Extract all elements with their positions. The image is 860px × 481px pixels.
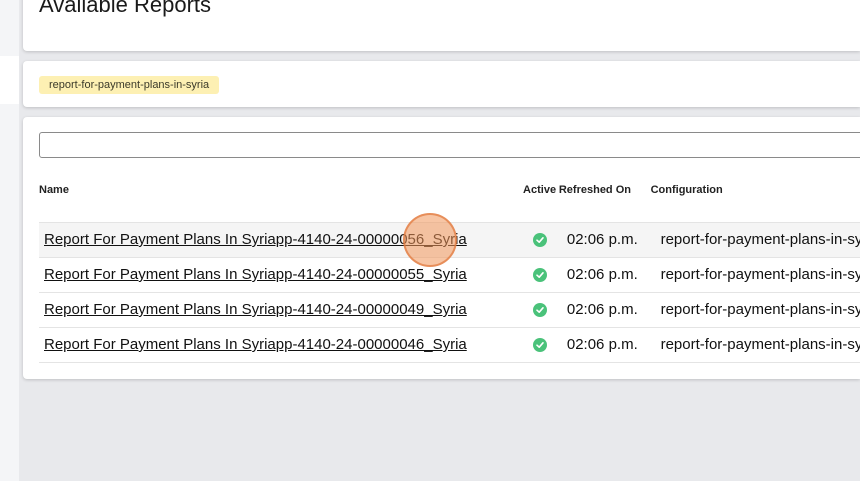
reports-table: Name Active Refreshed On Configuration R… [39, 173, 860, 363]
report-link[interactable]: Report For Payment Plans In Syriapp-4140… [44, 301, 467, 318]
report-name-cell: Report For Payment Plans In Syriapp-4140… [39, 326, 521, 363]
table-header-row: Name Active Refreshed On Configuration [39, 173, 860, 207]
table-row: Report For Payment Plans In Syriapp-4140… [39, 221, 860, 257]
active-cell [520, 256, 559, 292]
refreshed-on-cell: 02:06 p.m. [558, 326, 651, 363]
column-header-refreshed-on[interactable]: Refreshed On [559, 173, 651, 207]
sidebar-strip [0, 0, 19, 481]
configuration-cell[interactable]: report-for-payment-plans-in-syria [650, 326, 860, 363]
active-cell [520, 291, 559, 327]
check-circle-icon [532, 268, 547, 283]
filter-tag[interactable]: report-for-payment-plans-in-syria [39, 76, 220, 94]
column-header-active[interactable]: Active [520, 173, 559, 207]
table-row: Report For Payment Plans In Syriapp-4140… [39, 256, 860, 292]
filter-card: report-for-payment-plans-in-syria [23, 61, 860, 107]
report-link[interactable]: Report For Payment Plans In Syriapp-4140… [44, 231, 467, 248]
check-circle-icon [532, 338, 547, 353]
title-card: Available Reports [23, 0, 860, 51]
check-circle-icon [532, 303, 547, 318]
reports-card: Name Active Refreshed On Configuration R… [23, 117, 860, 379]
sidebar-tab[interactable] [0, 56, 19, 104]
table-row: Report For Payment Plans In Syriapp-4140… [39, 291, 860, 327]
column-header-configuration[interactable]: Configuration [651, 173, 860, 207]
report-name-cell: Report For Payment Plans In Syriapp-4140… [39, 256, 521, 292]
report-name-cell: Report For Payment Plans In Syriapp-4140… [39, 221, 521, 257]
refreshed-on-cell: 02:06 p.m. [558, 291, 651, 327]
configuration-cell[interactable]: report-for-payment-plans-in-syria [650, 256, 860, 292]
configuration-cell[interactable]: report-for-payment-plans-in-syria [650, 221, 860, 257]
report-link[interactable]: Report For Payment Plans In Syriapp-4140… [44, 266, 467, 283]
active-cell [520, 221, 559, 257]
page-title: Available Reports [39, 0, 212, 17]
active-cell [520, 326, 559, 363]
refreshed-on-cell: 02:06 p.m. [558, 221, 651, 257]
refreshed-on-cell: 02:06 p.m. [558, 256, 651, 292]
column-header-name[interactable]: Name [39, 173, 520, 207]
configuration-cell[interactable]: report-for-payment-plans-in-syria [650, 291, 860, 327]
report-link[interactable]: Report For Payment Plans In Syriapp-4140… [44, 336, 467, 353]
report-name-cell: Report For Payment Plans In Syriapp-4140… [39, 291, 521, 327]
search-input[interactable] [39, 132, 860, 158]
check-circle-icon [532, 233, 547, 248]
table-row: Report For Payment Plans In Syriapp-4140… [39, 326, 860, 363]
